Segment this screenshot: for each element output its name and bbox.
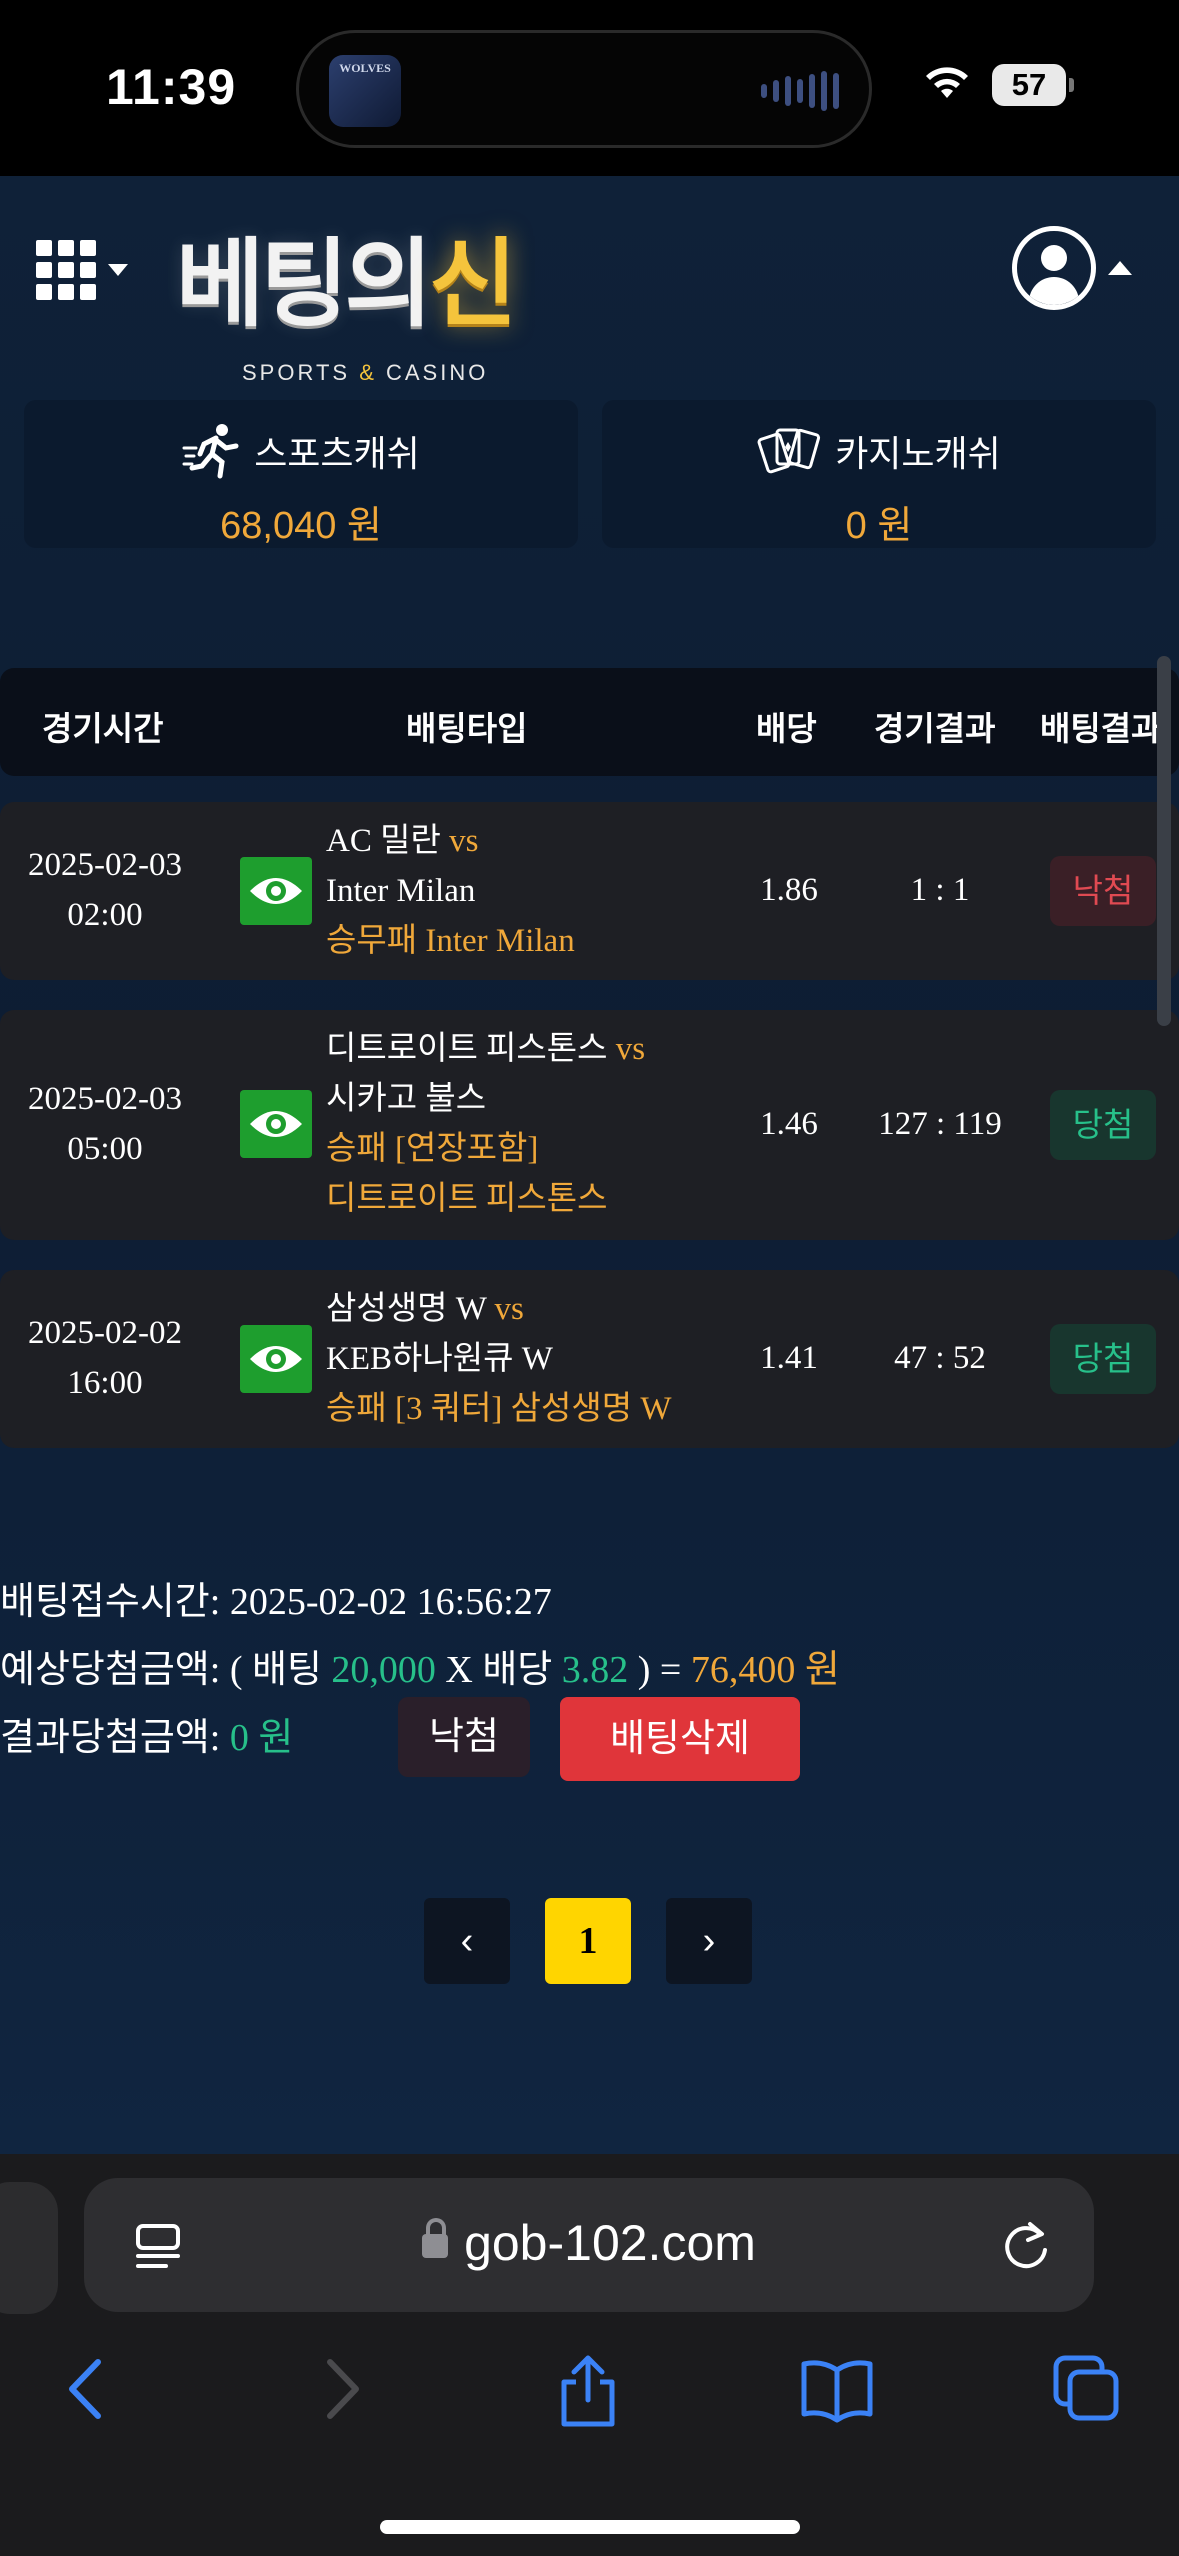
address-bar[interactable]: gob-102.com: [84, 2178, 1094, 2312]
bet-result-badge: 당첨: [1050, 1090, 1156, 1160]
expected-winnings: 예상당첨금액: ( 배팅 20,000 X 배당 3.82 ) = 76,400…: [0, 1649, 840, 1691]
lock-icon: [422, 2218, 449, 2258]
casino-cash-card[interactable]: 카지노캐쉬 0 원: [602, 400, 1156, 548]
view-eye-icon[interactable]: [240, 1090, 312, 1158]
status-time: 11:39: [106, 59, 237, 115]
bet-status-button: 낙첨: [398, 1697, 530, 1777]
table-row: 2025-02-03 05:00 디트로이트 피스톤스 vs 시카고 불스 승패 …: [0, 1010, 1179, 1240]
dynamic-island[interactable]: WOLVES: [296, 30, 872, 148]
header-odds: 배당: [756, 710, 817, 747]
tabs-icon[interactable]: [1052, 2354, 1122, 2424]
bet-received-time: 배팅접수시간: 2025-02-02 16:56:27: [0, 1581, 552, 1623]
match-datetime: 2025-02-03 05:00: [28, 1081, 182, 1167]
playing-cards-icon: [757, 428, 821, 474]
bet-pick-selection: 디트로이트 피스톤스: [326, 1181, 608, 1217]
home-team: AC 밀란: [326, 823, 441, 859]
menu-button[interactable]: [36, 240, 128, 300]
browser-chrome: gob-102.com: [0, 2154, 1179, 2556]
away-team: KEB하나원큐 W: [326, 1341, 553, 1377]
match-datetime: 2025-02-03 02:00: [28, 847, 182, 933]
site-logo[interactable]: 베팅의신 SPORTS & CASINO: [176, 206, 576, 385]
header-bet-result: 배팅결과: [1040, 710, 1162, 747]
logo-text-gold: 신: [428, 231, 517, 338]
audio-wave-icon: [761, 71, 839, 111]
share-icon[interactable]: [556, 2354, 620, 2428]
previous-tab-peek[interactable]: [0, 2182, 58, 2314]
odds-value: 1.46: [760, 1106, 818, 1142]
header-bet-type: 배팅타입: [406, 710, 528, 747]
actual-winnings: 결과당첨금액: 0 원: [0, 1717, 294, 1759]
casino-cash-value: 0 원: [845, 505, 913, 547]
bet-pick: 승무패 Inter Milan: [326, 923, 575, 959]
wifi-icon: [926, 67, 968, 98]
delete-bet-button[interactable]: 배팅삭제: [560, 1697, 800, 1781]
match-info: 삼성생명 W vs KEB하나원큐 W 승패 [3 쿼터] 삼성생명 W: [326, 1284, 672, 1434]
logo-subtitle: SPORTS & CASINO: [242, 360, 489, 385]
away-team: Inter Milan: [326, 873, 476, 909]
bet-pick: 승패 [3 쿼터] 삼성생명 W: [326, 1391, 672, 1427]
now-playing-art: WOLVES: [329, 55, 401, 127]
odds-value: 1.41: [760, 1340, 818, 1376]
bet-table-header: 경기시간 배팅타입 배당 경기결과 배팅결과: [0, 668, 1179, 776]
user-avatar-icon: [1012, 226, 1096, 310]
header-match-result: 경기결과: [874, 710, 996, 747]
sports-cash-value: 68,040 원: [220, 505, 382, 547]
casino-cash-label: 카지노캐쉬: [835, 433, 1001, 474]
home-team: 디트로이트 피스톤스: [326, 1031, 608, 1067]
match-info: AC 밀란 vs Inter Milan 승무패 Inter Milan: [326, 816, 575, 966]
forward-icon[interactable]: [316, 2354, 366, 2424]
now-playing-art-text: WOLVES: [339, 61, 391, 75]
home-indicator[interactable]: [380, 2520, 800, 2534]
odds-value: 1.86: [760, 872, 818, 908]
logo-text: 베팅의: [176, 231, 433, 338]
url-text: gob-102.com: [464, 2215, 756, 2271]
chevron-up-icon: [1108, 261, 1132, 275]
sports-cash-card[interactable]: 스포츠캐쉬 68,040 원: [24, 400, 578, 548]
prev-page-button[interactable]: ‹: [424, 1898, 510, 1984]
grid-menu-icon: [36, 240, 96, 300]
match-datetime: 2025-02-02 16:00: [28, 1315, 182, 1401]
page-1-button[interactable]: 1: [545, 1898, 631, 1984]
home-team: 삼성생명 W: [326, 1291, 487, 1327]
view-eye-icon[interactable]: [240, 857, 312, 925]
user-menu-button[interactable]: [1012, 226, 1132, 310]
bet-pick: 승패 [연장포함]: [326, 1131, 539, 1167]
bookmarks-icon[interactable]: [800, 2354, 874, 2424]
away-team: 시카고 불스: [326, 1081, 487, 1117]
next-page-button[interactable]: ›: [666, 1898, 752, 1984]
match-score: 127 : 119: [878, 1106, 1002, 1142]
table-scrollbar[interactable]: [1157, 656, 1171, 1026]
match-score: 47 : 52: [894, 1340, 986, 1376]
table-row: 2025-02-03 02:00 AC 밀란 vs Inter Milan 승무패…: [0, 802, 1179, 980]
running-person-icon: [182, 424, 239, 479]
header-match-time: 경기시간: [42, 710, 164, 747]
back-icon[interactable]: [62, 2354, 112, 2424]
reload-icon[interactable]: [1000, 2218, 1052, 2272]
bet-result-badge: 당첨: [1050, 1324, 1156, 1394]
battery-indicator: 57: [992, 64, 1074, 106]
bet-result-badge: 낙첨: [1050, 856, 1156, 926]
table-row: 2025-02-02 16:00 삼성생명 W vs KEB하나원큐 W 승패 […: [0, 1270, 1179, 1448]
chevron-down-icon: [108, 264, 128, 276]
site-content: 베팅의신 SPORTS & CASINO 스포츠캐쉬 68,040 원 카지노캐…: [0, 176, 1179, 2154]
view-eye-icon[interactable]: [240, 1325, 312, 1393]
match-score: 1 : 1: [910, 872, 970, 908]
sports-cash-label: 스포츠캐쉬: [254, 433, 420, 474]
status-bar: 11:39 WOLVES 57: [0, 0, 1179, 176]
match-info: 디트로이트 피스톤스 vs 시카고 불스 승패 [연장포함] 디트로이트 피스톤…: [326, 1024, 645, 1224]
